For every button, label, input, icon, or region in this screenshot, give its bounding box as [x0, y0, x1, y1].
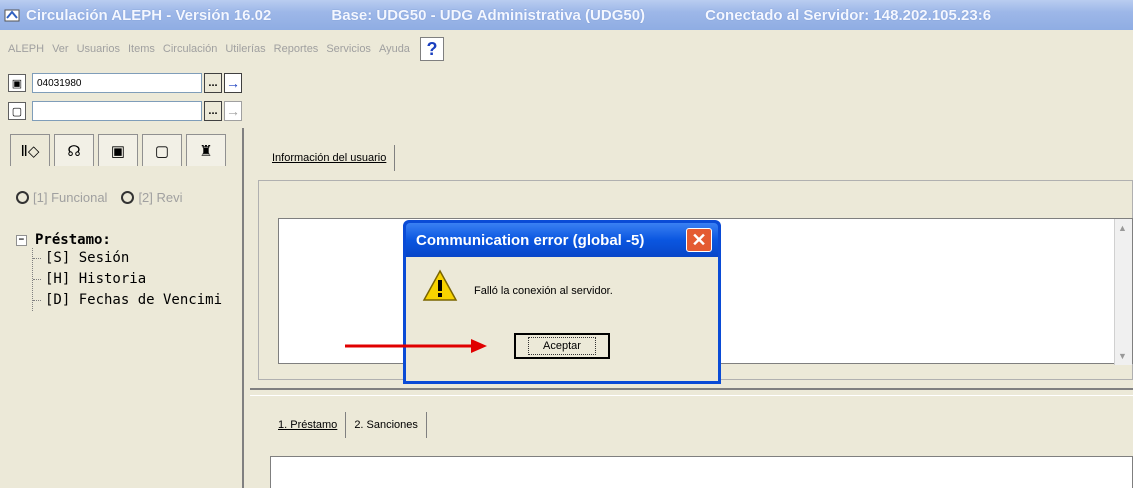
pane-splitter[interactable]	[250, 388, 1133, 396]
menu-reportes[interactable]: Reportes	[274, 43, 319, 55]
tab-loan-icon[interactable]: Ⅱ◇	[10, 134, 50, 166]
patron-go-button[interactable]: →	[224, 73, 242, 93]
dialog-title: Communication error (global -5)	[416, 231, 645, 249]
ok-button-label: Aceptar	[528, 337, 596, 355]
menu-servicios[interactable]: Servicios	[326, 43, 371, 55]
menu-aleph[interactable]: ALEPH	[8, 43, 44, 55]
ok-button[interactable]: Aceptar	[514, 333, 610, 359]
menu-bar: ALEPH Ver Usuarios Items Circulación Uti…	[0, 30, 1133, 68]
tree-branch: [S] Sesión [H] Historia [D] Fechas de Ve…	[32, 248, 222, 311]
tree-item-historia[interactable]: [H] Historia	[33, 269, 222, 290]
radio-funcional[interactable]: [1] Funcional	[16, 190, 107, 205]
dialog-message: Falló la conexión al servidor.	[474, 285, 613, 297]
radio-funcional-icon	[16, 191, 29, 204]
title-app-name: Circulación ALEPH - Versión 16.02	[26, 6, 272, 24]
item-toolbar-row: ▢ ... →	[0, 98, 280, 124]
title-server: Conectado al Servidor: 148.202.105.23:6	[705, 6, 992, 24]
patron-icon: ▣	[8, 74, 26, 92]
close-icon[interactable]: ✕	[686, 228, 712, 252]
error-dialog: Communication error (global -5) ✕ Falló …	[403, 220, 721, 384]
menu-utilerias[interactable]: Utilerías	[225, 43, 265, 55]
menu-items[interactable]: Items	[128, 43, 155, 55]
menu-ayuda[interactable]: Ayuda	[379, 43, 410, 55]
tree-item-fechas[interactable]: [D] Fechas de Vencimi	[33, 290, 222, 311]
tab-search-icon[interactable]: ♜	[186, 134, 226, 166]
tree-root-prestamo[interactable]: − Préstamo:	[16, 232, 222, 248]
item-browse-button[interactable]: ...	[204, 101, 222, 121]
radio-funcional-label: [1] Funcional	[33, 190, 108, 205]
patron-browse-button[interactable]: ...	[204, 73, 222, 93]
tab-item-icon[interactable]: ▢	[142, 134, 182, 166]
item-icon: ▢	[8, 102, 26, 120]
menu-usuarios[interactable]: Usuarios	[77, 43, 120, 55]
patron-id-input[interactable]	[32, 73, 202, 93]
tab-prestamo[interactable]: 1. Préstamo	[270, 412, 347, 438]
left-tab-strip: Ⅱ◇ ☊ ▣ ▢ ♜	[10, 134, 230, 166]
radio-revision-label: [2] Revi	[138, 190, 183, 205]
warning-icon	[422, 269, 458, 301]
tab-sanciones[interactable]: 2. Sanciones	[346, 412, 427, 438]
help-button[interactable]: ?	[419, 37, 444, 61]
radio-revision[interactable]: [2] Revi	[121, 190, 183, 205]
menu-ver[interactable]: Ver	[52, 43, 69, 55]
red-arrow-icon	[345, 339, 487, 353]
scroll-up-icon[interactable]: ▲	[1118, 223, 1127, 233]
aleph-circulation-window: Circulación ALEPH - Versión 16.02 Base: …	[0, 0, 1133, 488]
bottom-tab-strip: 1. Préstamo 2. Sanciones	[270, 412, 427, 438]
radio-revision-icon	[121, 191, 135, 204]
left-panel: Ⅱ◇ ☊ ▣ ▢ ♜ [1] Funcional [2] Revi − Prés…	[4, 128, 244, 488]
tab-card-icon[interactable]: ▣	[98, 134, 138, 166]
tab-user-info[interactable]: Información del usuario	[264, 145, 396, 171]
title-base: Base: UDG50 - UDG Administrativa (UDG50)	[331, 6, 646, 24]
tree-item-sesion[interactable]: [S] Sesión	[33, 248, 222, 269]
menu-circulacion[interactable]: Circulación	[163, 43, 217, 55]
function-tree: − Préstamo: [S] Sesión [H] Historia [D] …	[16, 232, 222, 311]
tab-patron-icon[interactable]: ☊	[54, 134, 94, 166]
loan-content	[270, 456, 1133, 488]
app-icon	[4, 9, 20, 22]
mode-radio-group: [1] Funcional [2] Revi	[16, 190, 197, 205]
dialog-body: Falló la conexión al servidor. Aceptar	[406, 257, 718, 381]
dialog-title-bar: Communication error (global -5) ✕	[406, 223, 718, 257]
collapse-icon[interactable]: −	[16, 234, 27, 246]
title-bar: Circulación ALEPH - Versión 16.02 Base: …	[0, 0, 1133, 30]
tree-root-label: Préstamo:	[35, 232, 111, 248]
item-barcode-input[interactable]	[32, 101, 202, 121]
patron-toolbar-row: ▣ ... →	[0, 70, 280, 96]
user-info-scrollbar[interactable]: ▲ ▼	[1114, 219, 1132, 365]
scroll-down-icon[interactable]: ▼	[1118, 351, 1127, 361]
item-go-button[interactable]: →	[224, 101, 242, 121]
